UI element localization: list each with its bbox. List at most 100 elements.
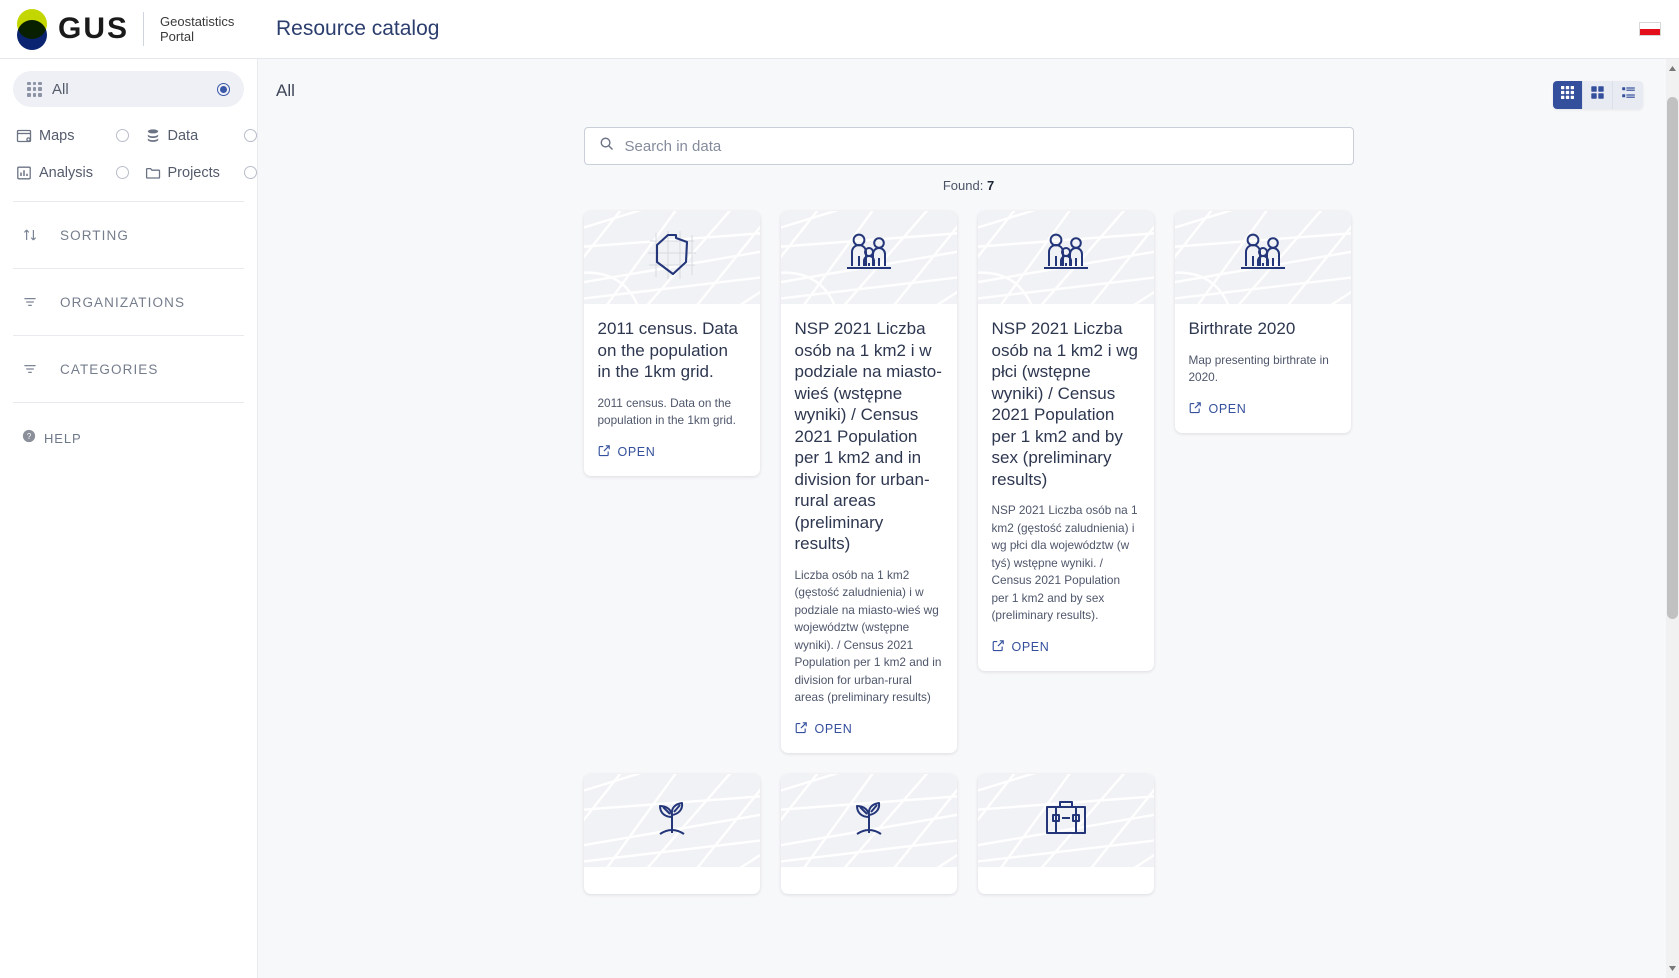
sidebar-section-organizations[interactable]: ORGANIZATIONS	[0, 273, 257, 331]
sidebar-section-categories[interactable]: CATEGORIES	[0, 340, 257, 398]
grid-9-icon	[1560, 85, 1575, 105]
sidebar-item-maps-label: Maps	[39, 127, 75, 144]
sidebar-section-categories-label: CATEGORIES	[60, 361, 159, 377]
vertical-scrollbar[interactable]	[1666, 59, 1679, 978]
poland-flag-icon[interactable]	[1639, 22, 1661, 36]
sidebar-item-maps-radio[interactable]	[115, 129, 129, 142]
resource-card-grid: 2011 census. Data on the population in t…	[583, 193, 1354, 894]
grid-4-view-button[interactable]	[1583, 81, 1613, 109]
resource-card[interactable]: 2011 census. Data on the population in t…	[583, 211, 760, 476]
family-people-icon	[841, 230, 897, 285]
card-body: 2011 census. Data on the population in t…	[584, 304, 760, 430]
top-bar: GUS Geostatistics Portal Resource catalo…	[0, 0, 1679, 59]
card-thumbnail	[1174, 211, 1351, 304]
search-input[interactable]	[624, 137, 1339, 155]
sidebar-section-sorting[interactable]: SORTING	[0, 206, 257, 264]
family-people-icon	[1038, 230, 1094, 285]
card-thumbnail	[780, 211, 957, 304]
search-box[interactable]	[583, 127, 1354, 165]
external-link-icon	[795, 721, 808, 737]
resource-card[interactable]	[583, 773, 760, 894]
scrollbar-thumb[interactable]	[1667, 97, 1678, 619]
view-toggle-group	[1553, 81, 1643, 109]
resource-card[interactable]	[977, 773, 1154, 894]
sidebar-item-data-radio[interactable]	[244, 129, 257, 142]
sidebar-divider-2	[13, 268, 244, 269]
sidebar-item-all[interactable]: All	[13, 71, 244, 107]
card-thumbnail	[583, 211, 760, 304]
sidebar-help-label: HELP	[44, 430, 82, 446]
grid-4-icon	[1590, 85, 1605, 105]
scroll-up-arrow[interactable]	[1666, 62, 1679, 75]
family-people-icon	[1235, 230, 1291, 285]
card-open-button[interactable]: OPEN	[992, 639, 1050, 655]
card-title: 2011 census. Data on the population in t…	[597, 319, 739, 381]
search-icon	[599, 136, 614, 156]
sidebar-item-analysis[interactable]: Analysis	[0, 154, 129, 191]
sidebar-divider-1	[13, 201, 244, 202]
gus-logo[interactable]: GUS	[12, 8, 129, 50]
external-link-icon	[598, 444, 611, 460]
card-open-label: OPEN	[1011, 639, 1050, 654]
card-footer: OPEN	[781, 707, 957, 753]
briefcase-icon	[1042, 796, 1090, 845]
sidebar-item-maps[interactable]: Maps	[0, 117, 129, 154]
sidebar-item-projects-label: Projects	[167, 164, 220, 181]
sidebar-help[interactable]: ? HELP	[0, 415, 257, 461]
sidebar-nav-grid: Maps Data Analysis Projects	[0, 107, 257, 197]
sidebar-item-analysis-radio[interactable]	[115, 166, 129, 179]
database-icon	[145, 128, 161, 144]
found-count: Found: 7	[584, 178, 1354, 193]
card-title: NSP 2021 Liczba osób na 1 km2 i wg płci …	[991, 319, 1138, 489]
sidebar-section-sorting-label: SORTING	[60, 227, 129, 243]
region-polygon-icon	[646, 229, 698, 286]
card-open-button[interactable]: OPEN	[598, 444, 656, 460]
card-open-button[interactable]: OPEN	[1189, 401, 1247, 417]
seedling-icon	[647, 793, 697, 848]
logo-circle-navy	[17, 20, 47, 50]
card-thumbnail	[583, 773, 760, 867]
folder-icon	[145, 165, 161, 181]
sidebar-divider-4	[13, 402, 244, 403]
resource-card[interactable]: NSP 2021 Liczba osób na 1 km2 i wg płci …	[977, 211, 1154, 671]
external-link-icon	[1189, 401, 1202, 417]
seedling-icon	[844, 793, 894, 848]
card-thumbnail	[977, 211, 1154, 304]
gus-logo-mark	[12, 8, 52, 50]
bar-chart-icon	[16, 165, 32, 181]
grid-9-view-button[interactable]	[1553, 81, 1583, 109]
found-label: Found:	[942, 178, 984, 193]
card-body: NSP 2021 Liczba osób na 1 km2 i w podzia…	[781, 304, 957, 707]
help-circle-icon: ?	[22, 429, 36, 448]
card-open-label: OPEN	[814, 721, 853, 736]
scroll-down-arrow[interactable]	[1666, 962, 1679, 975]
card-open-button[interactable]: OPEN	[795, 721, 853, 737]
resource-card[interactable]: Birthrate 2020 Map presenting birthrate …	[1174, 211, 1351, 433]
sidebar-item-all-label: All	[52, 80, 69, 98]
sidebar-item-data[interactable]: Data	[129, 117, 257, 154]
sidebar-item-projects[interactable]: Projects	[129, 154, 257, 191]
sidebar-nav-row-1: Maps Data	[0, 117, 257, 154]
resource-card[interactable]	[780, 773, 957, 894]
card-description: NSP 2021 Liczba osób na 1 km2 (gęstość z…	[991, 503, 1138, 622]
grid-icon	[27, 81, 42, 97]
card-title: NSP 2021 Liczba osób na 1 km2 i w podzia…	[794, 319, 942, 553]
card-open-label: OPEN	[617, 444, 656, 459]
card-description: Map presenting birthrate in 2020.	[1188, 352, 1329, 385]
resource-card[interactable]: NSP 2021 Liczba osób na 1 km2 i w podzia…	[780, 211, 957, 753]
filter-icon	[22, 361, 38, 377]
flag-stripe-red	[1640, 29, 1660, 35]
portal-name: Geostatistics Portal	[160, 14, 235, 44]
external-link-icon	[992, 639, 1005, 655]
list-view-button[interactable]	[1613, 81, 1643, 109]
card-thumbnail	[977, 773, 1154, 867]
card-description: 2011 census. Data on the population in t…	[597, 395, 736, 428]
gus-logo-text: GUS	[58, 12, 130, 45]
sidebar-nav-row-2: Analysis Projects	[0, 154, 257, 191]
page-title: Resource catalog	[276, 17, 440, 40]
sidebar-item-all-radio[interactable]	[217, 82, 230, 96]
sidebar-divider-3	[13, 335, 244, 336]
card-body: NSP 2021 Liczba osób na 1 km2 i wg płci …	[978, 304, 1154, 625]
sidebar-item-analysis-label: Analysis	[39, 164, 93, 181]
sidebar-item-projects-radio[interactable]	[244, 166, 257, 179]
